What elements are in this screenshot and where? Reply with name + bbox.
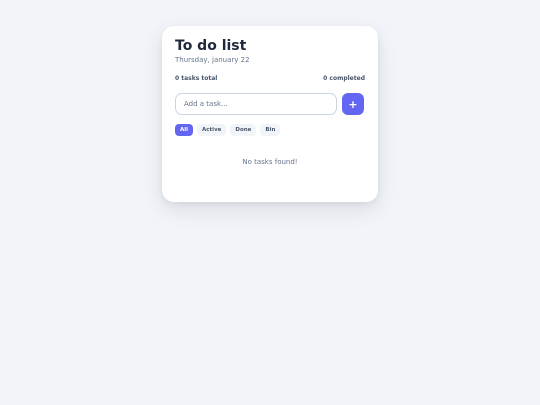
filter-all[interactable]: All [175, 124, 194, 136]
filter-done[interactable]: Done [230, 124, 257, 136]
empty-state-message: No tasks found! [242, 158, 298, 166]
task-stats: 0 tasks total 0 completed [175, 75, 365, 83]
task-input[interactable] [175, 93, 337, 115]
tasks-total-count: 0 tasks total [175, 75, 218, 82]
add-task-button[interactable]: + [342, 93, 364, 115]
filter-tabs: All Active Done Bin [175, 124, 281, 136]
page-title: To do list [175, 38, 247, 54]
tasks-completed-count: 0 completed [323, 75, 365, 82]
plus-icon: + [348, 97, 358, 111]
filter-active[interactable]: Active [197, 124, 227, 136]
filter-bin[interactable]: Bin [260, 124, 281, 136]
todo-card: To do list Thursday, january 22 0 tasks … [162, 26, 378, 202]
add-task-row: + [175, 93, 365, 115]
current-date: Thursday, january 22 [175, 56, 250, 64]
